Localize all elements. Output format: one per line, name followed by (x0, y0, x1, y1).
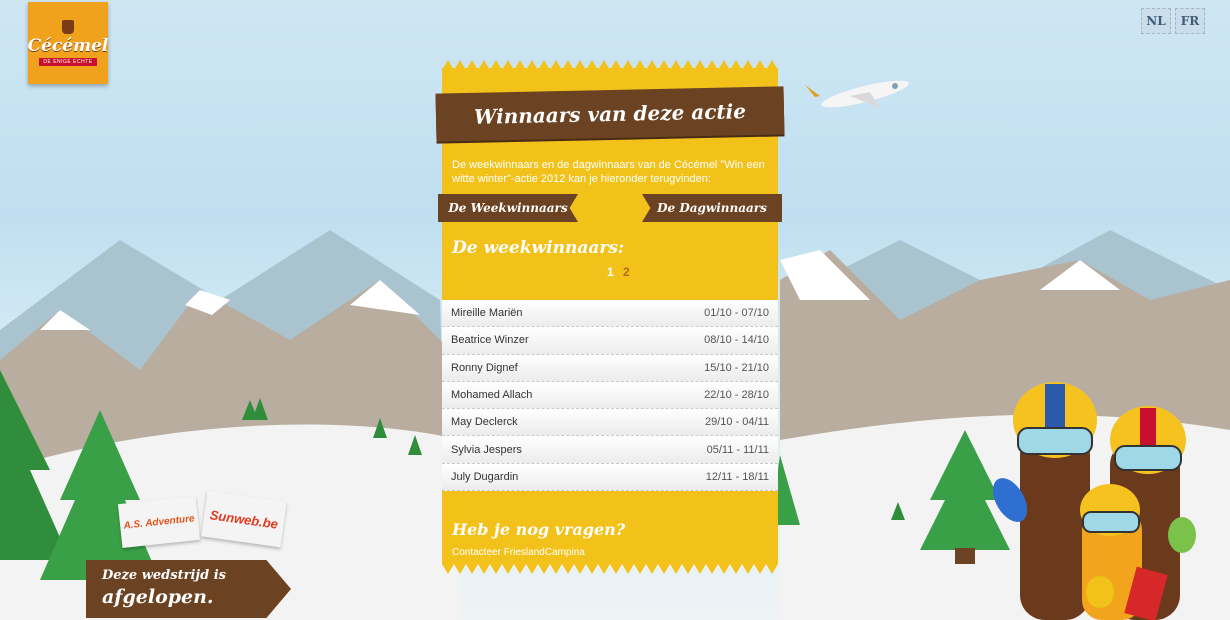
winner-name: Beatrice Winzer (451, 334, 529, 347)
questions-heading: Heb je nog vragen? (452, 520, 626, 539)
tab-week-winners[interactable]: De Weekwinnaars (438, 194, 578, 222)
bottle-icon (62, 20, 74, 34)
contact-link[interactable]: Contacteer FrieslandCampina (452, 547, 585, 558)
winner-name: Sylvia Jespers (451, 443, 522, 456)
winner-week: 01/10 - 07/10 (704, 307, 769, 320)
language-fr-button[interactable]: FR (1175, 8, 1205, 34)
pagination: 1 2 (604, 265, 633, 279)
airplane-icon (805, 80, 909, 108)
winner-week: 15/10 - 21/10 (704, 361, 769, 374)
winner-week: 05/11 - 11/11 (706, 443, 769, 456)
panel-title: Winnaars van deze actie (473, 99, 747, 129)
list-item: Beatrice Winzer 08/10 - 14/10 (442, 327, 778, 355)
winner-week: 08/10 - 14/10 (704, 334, 769, 347)
page-1-link[interactable]: 1 (607, 265, 614, 279)
page-2-link[interactable]: 2 (623, 265, 630, 279)
panel-body: Winnaars van deze actie De weekwinnaars … (435, 68, 785, 564)
language-nl-button[interactable]: NL (1141, 8, 1171, 34)
winner-name: July Dugardin (451, 470, 519, 483)
title-banner: Winnaars van deze actie (435, 86, 785, 142)
winner-week: 22/10 - 28/10 (704, 389, 769, 402)
winner-name: May Declerck (451, 416, 518, 429)
winner-name: Ronny Dignef (451, 361, 518, 374)
as-adventure-logo[interactable]: A.S. Adventure (117, 496, 201, 548)
winners-list: Mireille Mariën 01/10 - 07/10 Beatrice Wi… (442, 300, 778, 492)
tab-day-winners[interactable]: De Dagwinnaars (642, 194, 782, 222)
winner-name: Mohamed Allach (451, 389, 533, 402)
contest-ended-sign: Deze wedstrijd is afgelopen. (86, 560, 291, 618)
winner-week: 29/10 - 04/11 (704, 416, 769, 429)
section-title: De weekwinnaars: (452, 238, 625, 258)
sign-line-2: afgelopen. (102, 586, 214, 608)
list-item: Ronny Dignef 15/10 - 21/10 (442, 354, 778, 382)
winners-panel: Winnaars van deze actie De weekwinnaars … (435, 60, 785, 574)
list-item: May Declerck 29/10 - 04/11 (442, 409, 778, 437)
zigzag-edge-bottom (442, 564, 778, 574)
list-item: Mohamed Allach 22/10 - 28/10 (442, 381, 778, 410)
tree-trunk (955, 548, 975, 564)
sign-line-1: Deze wedstrijd is (102, 568, 226, 583)
list-item: July Dugardin 12/11 - 18/11 (442, 463, 778, 492)
logo-brand-name: Cécémel (27, 36, 109, 56)
cecemel-logo[interactable]: Cécémel DE ENIGE ECHTE (28, 2, 108, 84)
logo-tagline: DE ENIGE ECHTE (39, 58, 97, 66)
intro-text: De weekwinnaars en de dagwinnaars van de… (452, 159, 765, 185)
list-item: Mireille Mariën 01/10 - 07/10 (442, 300, 778, 328)
list-item: Sylvia Jespers 05/11 - 11/11 (442, 436, 778, 464)
winner-week: 12/11 - 18/11 (705, 470, 769, 483)
winner-name: Mireille Mariën (451, 307, 523, 320)
